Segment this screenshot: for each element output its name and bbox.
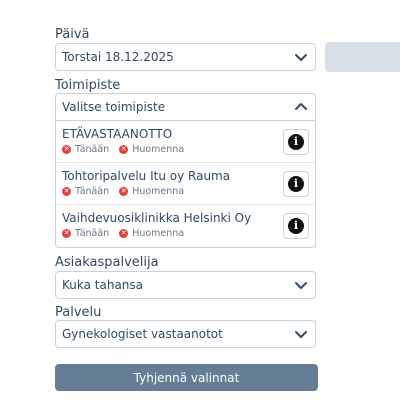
staff-select[interactable]: Kuka tahansa [55, 271, 316, 299]
today-label: Tänään [75, 186, 110, 197]
chevron-up-icon [295, 103, 307, 110]
service-label: Palvelu [55, 305, 102, 320]
clear-selections-button[interactable]: Tyhjennä valinnat [55, 364, 318, 391]
today-label: Tänään [75, 144, 110, 155]
chevron-down-icon [295, 331, 307, 338]
info-icon: i [288, 134, 304, 150]
info-button[interactable]: i [283, 213, 309, 239]
unavailable-icon: ✕ [62, 145, 71, 154]
office-list: ETÄVASTAANOTTO ✕ Tänään ✕ Huomenna i Tohto… [55, 120, 316, 248]
unavailable-icon: ✕ [119, 187, 129, 196]
list-item[interactable]: Tohtoripalvelu Itu oy Rauma ✕ Tänään ✕ Huo… [56, 162, 315, 204]
office-placeholder: Valitse toimipiste [62, 100, 166, 114]
date-label: Päivä [55, 27, 90, 42]
office-name: Vaihdevuosiklinikka Helsinki Oy [62, 211, 252, 225]
staff-value: Kuka tahansa [62, 278, 144, 292]
list-item[interactable]: Vaihdevuosiklinikka Helsinki Oy ✕ Tänään … [56, 204, 315, 246]
tomorrow-label: Huomenna [132, 144, 185, 155]
staff-label: Asiakaspalvelija [55, 255, 159, 270]
unavailable-icon: ✕ [119, 145, 129, 154]
tomorrow-label: Huomenna [132, 186, 185, 197]
service-value: Gynekologiset vastaanotot [62, 327, 223, 341]
info-button[interactable]: i [283, 171, 309, 197]
list-item[interactable]: ETÄVASTAANOTTO ✕ Tänään ✕ Huomenna i [56, 120, 315, 162]
info-icon: i [288, 176, 304, 192]
tomorrow-label: Huomenna [132, 228, 185, 239]
date-select[interactable]: Torstai 18.12.2025 [55, 43, 316, 71]
unavailable-icon: ✕ [62, 187, 71, 196]
office-name: ETÄVASTAANOTTO [62, 127, 173, 141]
chevron-down-icon [295, 54, 307, 61]
unavailable-icon: ✕ [119, 229, 129, 238]
side-panel-placeholder [325, 42, 400, 72]
unavailable-icon: ✕ [62, 229, 71, 238]
info-button[interactable]: i [283, 129, 309, 155]
info-icon: i [288, 218, 304, 234]
office-select[interactable]: Valitse toimipiste [55, 93, 316, 121]
office-label: Toimipiste [55, 78, 121, 93]
today-label: Tänään [75, 228, 110, 239]
chevron-down-icon [295, 282, 307, 289]
office-name: Tohtoripalvelu Itu oy Rauma [62, 169, 231, 183]
service-select[interactable]: Gynekologiset vastaanotot [55, 320, 316, 348]
date-value: Torstai 18.12.2025 [62, 50, 174, 64]
